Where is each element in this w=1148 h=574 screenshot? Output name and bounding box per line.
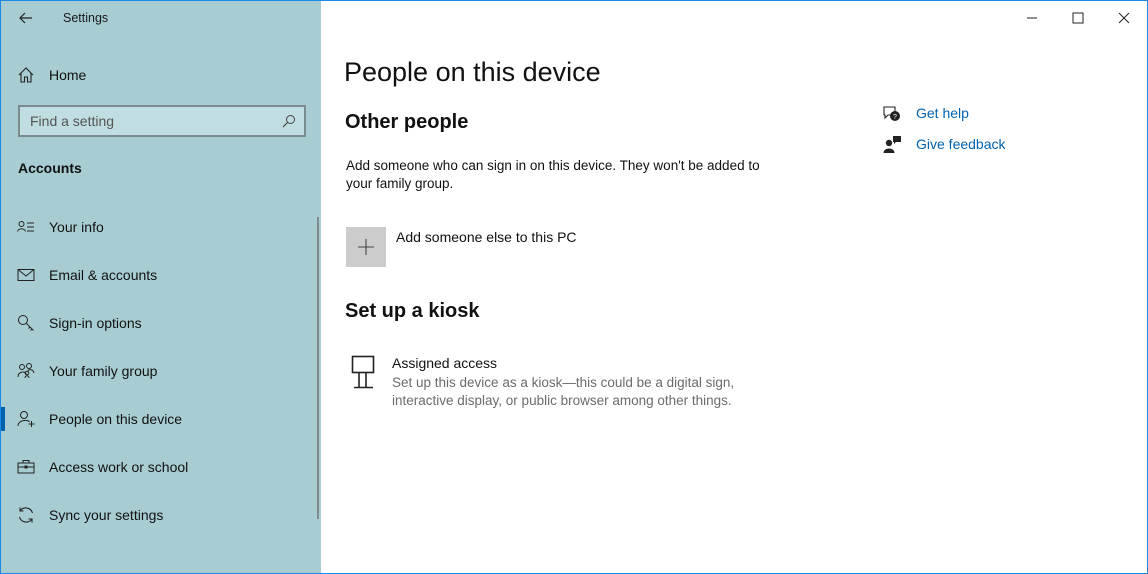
key-icon xyxy=(18,315,34,331)
family-icon xyxy=(17,363,35,379)
person-add-icon xyxy=(17,411,35,427)
home-nav-item[interactable]: Home xyxy=(1,59,321,91)
sidebar-item-email-accounts[interactable]: Email & accounts xyxy=(1,255,317,295)
search-icon[interactable] xyxy=(282,114,296,128)
close-button[interactable] xyxy=(1101,3,1147,33)
mail-icon xyxy=(17,269,35,281)
sidebar-item-access-work-or-school[interactable]: Access work or school xyxy=(1,447,317,487)
other-people-heading: Other people xyxy=(345,111,469,133)
feedback-icon xyxy=(883,136,901,153)
section-heading-accounts: Accounts xyxy=(18,160,82,176)
other-people-description: Add someone who can sign in on this devi… xyxy=(346,158,760,191)
selection-indicator xyxy=(1,407,5,431)
sidebar-item-your-family-group[interactable]: Your family group xyxy=(1,351,317,391)
briefcase-icon xyxy=(17,460,35,474)
assigned-access-link[interactable]: Assigned access xyxy=(392,355,497,371)
chat-help-icon: ? xyxy=(883,106,900,121)
title-bar: Settings xyxy=(1,1,321,35)
get-help-link[interactable]: Get help xyxy=(916,105,969,121)
plus-icon xyxy=(358,239,374,255)
sidebar-item-sign-in-options[interactable]: Sign-in options xyxy=(1,303,317,343)
minimize-icon xyxy=(1027,17,1037,19)
back-arrow-icon xyxy=(19,12,32,24)
kiosk-heading: Set up a kiosk xyxy=(345,300,480,322)
sidebar-item-people-on-this-device[interactable]: People on this device xyxy=(1,399,317,439)
home-icon xyxy=(18,67,34,83)
search-box[interactable] xyxy=(18,105,306,137)
close-icon xyxy=(1118,12,1130,24)
main-content: People on this device Other people Add s… xyxy=(321,1,1147,573)
maximize-icon xyxy=(1072,12,1084,24)
home-label: Home xyxy=(49,67,87,83)
sidebar-item-label: Sync your settings xyxy=(49,507,164,523)
sidebar-item-label: Sign-in options xyxy=(49,315,142,331)
minimize-button[interactable] xyxy=(1009,3,1055,33)
app-title: Settings xyxy=(63,11,109,25)
sidebar-item-label: Your info xyxy=(49,219,104,235)
contact-card-icon xyxy=(17,221,34,232)
assigned-access-description: Set up this device as a kiosk—this could… xyxy=(392,375,735,408)
sidebar-item-your-info[interactable]: Your info xyxy=(1,207,317,247)
sync-icon xyxy=(18,507,34,523)
sidebar-scrollbar[interactable] xyxy=(317,217,319,519)
sidebar: Settings Home Accounts Your info xyxy=(1,1,321,573)
sidebar-item-label: Email & accounts xyxy=(49,267,158,283)
sidebar-item-label: People on this device xyxy=(49,411,183,427)
svg-text:?: ? xyxy=(893,114,897,121)
sidebar-item-sync-your-settings[interactable]: Sync your settings xyxy=(1,495,317,535)
sidebar-item-label: Access work or school xyxy=(49,459,189,475)
maximize-button[interactable] xyxy=(1055,3,1101,33)
give-feedback-link[interactable]: Give feedback xyxy=(916,136,1006,152)
add-someone-button[interactable] xyxy=(346,227,386,267)
settings-window: Settings Home Accounts Your info xyxy=(0,0,1148,574)
search-input[interactable] xyxy=(20,107,304,135)
add-someone-label[interactable]: Add someone else to this PC xyxy=(396,229,577,245)
back-button[interactable] xyxy=(11,5,41,31)
sidebar-item-label: Your family group xyxy=(49,363,158,379)
kiosk-icon xyxy=(351,355,375,389)
page-title: People on this device xyxy=(344,57,601,87)
